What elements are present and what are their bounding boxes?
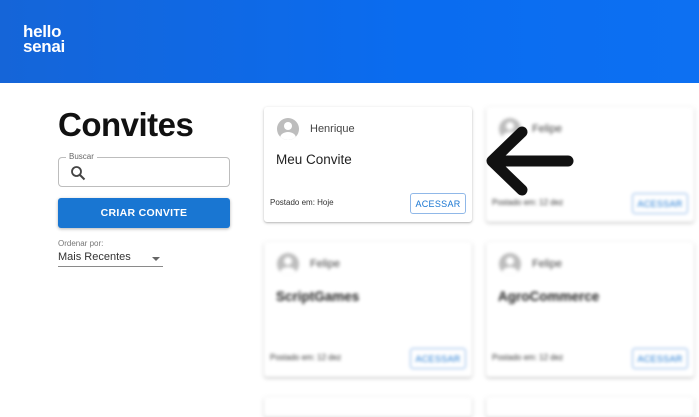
- page-title: Convites: [58, 106, 194, 143]
- access-button[interactable]: ACESSAR: [632, 193, 688, 214]
- card-title: ScriptGames: [276, 289, 360, 304]
- card-title: Meu Convite: [276, 152, 352, 167]
- invite-card[interactable]: Henrique Meu Convite Postado em: Hoje AC…: [264, 107, 472, 222]
- search-input[interactable]: Buscar: [58, 152, 230, 187]
- card-author: Felipe: [532, 258, 562, 270]
- card-title: AgroCommerce: [498, 289, 600, 304]
- sidebar: Convites Buscar CRIAR CONVITE Ordenar po…: [58, 105, 230, 267]
- access-button[interactable]: ACESSAR: [410, 193, 466, 214]
- card-posted: Postado em: 12 dez: [492, 353, 564, 362]
- order-value[interactable]: Mais Recentes: [58, 248, 163, 267]
- logo-line-2: senai: [23, 37, 65, 56]
- arrow-left-icon: [486, 126, 574, 196]
- search-icon: [71, 166, 86, 181]
- access-button[interactable]: ACESSAR: [632, 348, 688, 369]
- card-author: Henrique: [310, 123, 355, 135]
- invite-card[interactable]: [264, 397, 472, 417]
- invite-card[interactable]: Felipe AgroCommerce Postado em: 12 dez A…: [486, 242, 694, 377]
- card-posted: Postado em: 12 dez: [270, 353, 342, 362]
- card-posted: Postado em: Hoje: [270, 198, 334, 207]
- logo[interactable]: hello senai: [23, 23, 65, 56]
- chevron-down-icon: [152, 257, 160, 261]
- avatar-icon: [277, 253, 299, 275]
- create-invite-button[interactable]: CRIAR CONVITE: [58, 198, 230, 228]
- invite-card[interactable]: [486, 397, 694, 417]
- app-header: hello senai: [0, 0, 699, 83]
- access-button[interactable]: ACESSAR: [410, 348, 466, 369]
- avatar-icon: [499, 253, 521, 275]
- order-select[interactable]: Ordenar por: Mais Recentes: [58, 239, 230, 267]
- avatar-icon: [277, 118, 299, 140]
- search-label: Buscar: [66, 152, 97, 161]
- order-selected: Mais Recentes: [58, 251, 131, 263]
- card-author: Felipe: [310, 258, 340, 270]
- order-label: Ordenar por:: [58, 239, 104, 248]
- invite-card[interactable]: Felipe ScriptGames Postado em: 12 dez AC…: [264, 242, 472, 377]
